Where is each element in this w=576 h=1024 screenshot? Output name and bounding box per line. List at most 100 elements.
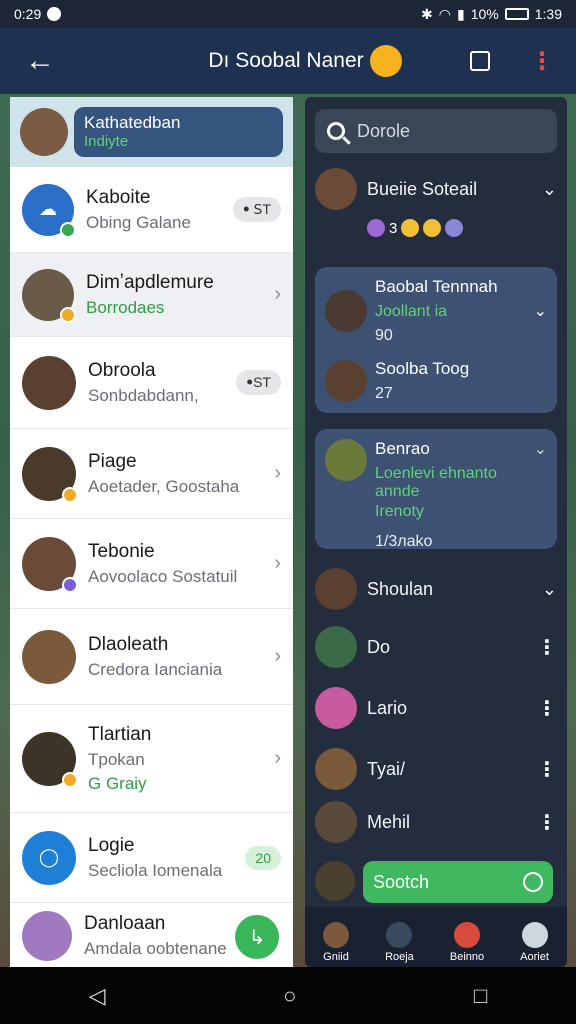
app-bar: ← Dı Soobal Naner ⋮	[0, 28, 576, 94]
contact-name: Piage	[88, 450, 137, 472]
contact-subtitle: Credora Ianciania	[88, 659, 223, 679]
list-item[interactable]: Dlaoleath Credora Ianciania ›	[10, 609, 293, 705]
camera-icon	[386, 922, 413, 948]
tab-home[interactable]: Gniid	[323, 922, 350, 963]
count-chip: 20	[245, 845, 281, 870]
card-line: Loenlevi ehnanto annde	[375, 465, 497, 500]
signal-icon: ▮	[457, 5, 465, 22]
chevron-right-icon: ›	[274, 283, 281, 305]
avatar	[22, 446, 78, 503]
online-badge-icon	[62, 576, 78, 593]
avatar	[22, 536, 78, 593]
nav-recents-icon[interactable]: □	[474, 983, 487, 1009]
window-square-icon[interactable]	[470, 51, 490, 71]
chevron-right-icon: ›	[274, 462, 281, 484]
card-title: Soolba Toog	[375, 359, 470, 378]
contact-subtitle: Borrodaes	[86, 297, 165, 317]
more-options-icon[interactable]: ⋮	[537, 810, 557, 835]
list-item[interactable]: Mehil ⋮	[305, 797, 567, 847]
chevron-down-icon[interactable]: ⌄	[534, 439, 547, 459]
emoji-icon	[401, 219, 420, 237]
battery-percent: 10%	[470, 6, 499, 22]
card-line-2: 90	[375, 327, 393, 344]
tab-bar: Gniid Roeja Beinno Aoriet	[305, 907, 567, 967]
chevron-down-icon[interactable]: ⌄	[542, 579, 557, 600]
conversation-name: Mehil	[367, 811, 411, 832]
more-options-icon[interactable]: ⋮	[537, 696, 557, 721]
message-card[interactable]: Baobal Tennnah Joollant ia 90 ⌄ Soolba T…	[315, 267, 557, 413]
back-arrow-icon[interactable]: ←	[0, 44, 80, 78]
contact-name: Dlaoleath	[88, 633, 169, 655]
contact-subtitle: Aovoolaco Sostatuil	[88, 566, 238, 586]
search-button[interactable]: Sootch	[363, 861, 553, 903]
chevron-down-icon[interactable]: ⌄	[542, 179, 557, 200]
avatar	[20, 108, 68, 156]
list-item[interactable]: ☁ Kaboite Obing Galane ꔷ ꓢT	[10, 167, 293, 253]
avatar	[22, 731, 78, 788]
contact-subtitle: Obing Galane	[86, 212, 191, 232]
current-user-status: Indiyte	[84, 133, 129, 150]
conversation-name: Bueiie Soteail	[367, 178, 478, 199]
list-item[interactable]: Dimʼapdlemure Borrodaes ›	[10, 253, 293, 337]
contact-name: Kaboite	[86, 186, 151, 208]
list-item[interactable]: Tebonie Aovoolaco Sostatuil ›	[10, 519, 293, 609]
chevron-right-icon: ›	[274, 645, 281, 667]
conversation-name: Do	[367, 636, 391, 657]
card-line: 27	[375, 385, 393, 402]
contact-name: Obroola	[88, 359, 156, 381]
page-title: Dı Soobal Naner	[80, 45, 470, 77]
conversation-name: Lario	[367, 697, 408, 718]
message-card[interactable]: Benrao Loenlevi ehnanto annde Irenoty 1/…	[315, 429, 557, 550]
title-text: Dı Soobal Naner	[208, 49, 364, 72]
search-icon	[327, 122, 345, 140]
online-badge-icon	[62, 486, 78, 503]
tab-label: Beinno	[449, 951, 485, 963]
current-user-header[interactable]: Kathatedban Indiyte	[10, 97, 293, 167]
current-user-name: Kathatedban	[84, 113, 181, 132]
overflow-menu-icon[interactable]: ⋮	[530, 47, 554, 76]
tab-camera[interactable]: Roeja	[385, 922, 414, 963]
tab-notifications[interactable]: Beinno	[450, 922, 484, 963]
online-badge-icon	[62, 771, 78, 788]
list-item[interactable]: Obroola Sonbdabdann, ꔷST	[10, 337, 293, 429]
list-item[interactable]: Tyai/ ⋮	[305, 741, 567, 797]
card-title: Benrao	[375, 439, 430, 458]
search-button-label: Sootch	[373, 871, 430, 892]
avatar	[315, 801, 357, 843]
nav-back-icon[interactable]: ◁	[89, 983, 106, 1009]
conversation-name: Shoulan	[367, 578, 434, 599]
list-item[interactable]: Lario ⋮	[305, 675, 567, 741]
card-line-3: 1/3лаko	[375, 533, 433, 550]
search-input[interactable]: Dorole	[357, 121, 410, 142]
current-user-pill[interactable]: Kathatedban Indiyte	[74, 107, 283, 157]
nav-home-icon[interactable]: ○	[283, 983, 296, 1009]
emoji-icon	[445, 219, 464, 237]
contact-name: Dimʼapdlemure	[86, 271, 214, 293]
contact-subtitle: Sonbdabdann,	[88, 385, 199, 405]
search-bar[interactable]: Dorole	[315, 109, 557, 153]
list-item[interactable]: Piage Aoetader, Goostaha ›	[10, 429, 293, 519]
list-item[interactable]: Tlartian Tpokan G Graiy ›	[10, 705, 293, 813]
more-options-icon[interactable]: ⋮	[537, 757, 557, 782]
unread-chip: ꔷST	[236, 370, 281, 395]
avatar	[315, 687, 357, 729]
contact-subtitle-2: G Graiy	[88, 773, 147, 793]
list-item[interactable]: Shoulan ⌄	[305, 559, 567, 619]
avatar	[22, 355, 76, 410]
list-item[interactable]: Do ⋮	[305, 619, 567, 675]
list-item[interactable]: Bueiie Soteail ⌄	[305, 165, 567, 213]
tab-account[interactable]: Aoriet	[520, 922, 549, 963]
status-clock: 1:39	[534, 6, 562, 22]
more-options-icon[interactable]: ⋮	[537, 635, 557, 660]
contact-name: Tlartian	[88, 723, 152, 745]
emoji-icon	[423, 219, 442, 237]
chevron-down-icon[interactable]: ⌄	[534, 301, 547, 321]
avatar	[315, 168, 357, 210]
notification-icon	[47, 7, 62, 21]
emoji-icon	[367, 219, 385, 237]
list-item[interactable]: ◯ Logie Secliola Iomenala 20	[10, 813, 293, 903]
home-icon	[323, 922, 350, 948]
compose-fab-icon[interactable]: ↳	[235, 915, 279, 959]
contact-name: Logie	[88, 834, 135, 856]
tab-label: Roeja	[385, 951, 414, 963]
